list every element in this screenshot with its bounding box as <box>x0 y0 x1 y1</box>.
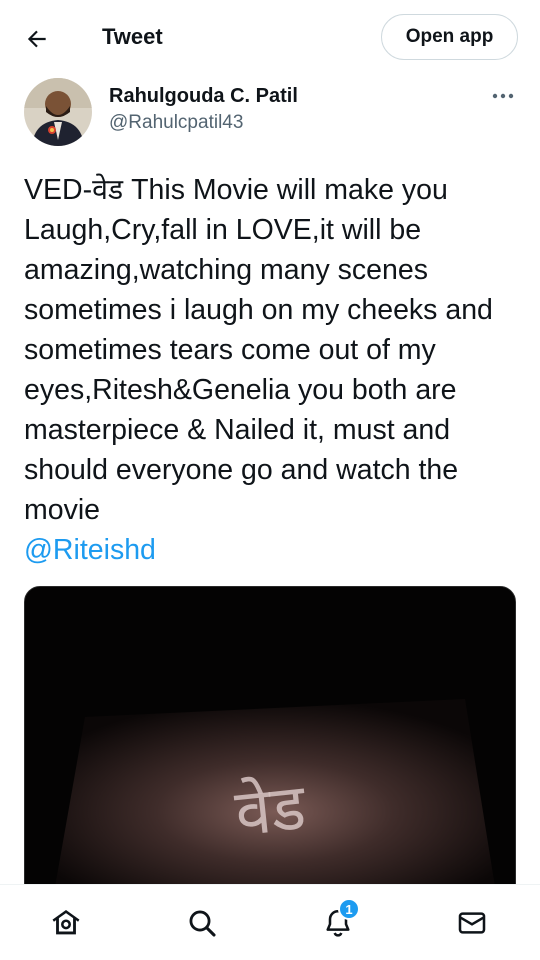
author-display-name[interactable]: Rahulgouda C. Patil <box>109 85 298 108</box>
home-icon <box>52 909 80 935</box>
bottom-navigation <box>0 884 540 960</box>
open-app-button[interactable]: Open app <box>381 14 518 60</box>
avatar[interactable] <box>24 78 92 146</box>
media-title-text: वेड <box>232 770 310 851</box>
more-horizontal-icon <box>492 93 514 99</box>
page-title: Tweet <box>102 24 163 49</box>
arrow-left-icon <box>27 30 46 48</box>
nav-search[interactable] <box>182 903 222 943</box>
author-handle[interactable]: @Rahulcpatil43 <box>109 112 243 134</box>
tweet-media-image[interactable]: वेड <box>24 586 516 896</box>
mention-link[interactable]: @Riteishd <box>24 530 156 570</box>
search-icon <box>189 910 216 937</box>
top-bar: Tweet Open app <box>0 0 540 74</box>
more-options-button[interactable] <box>488 86 518 106</box>
nav-messages[interactable] <box>452 903 492 943</box>
notification-badge: 1 <box>338 898 360 920</box>
tweet-text: VED-वेड This Movie will make you Laugh,C… <box>24 174 493 526</box>
back-button[interactable] <box>20 22 54 56</box>
nav-home[interactable] <box>46 903 86 943</box>
messages-icon <box>458 912 486 934</box>
